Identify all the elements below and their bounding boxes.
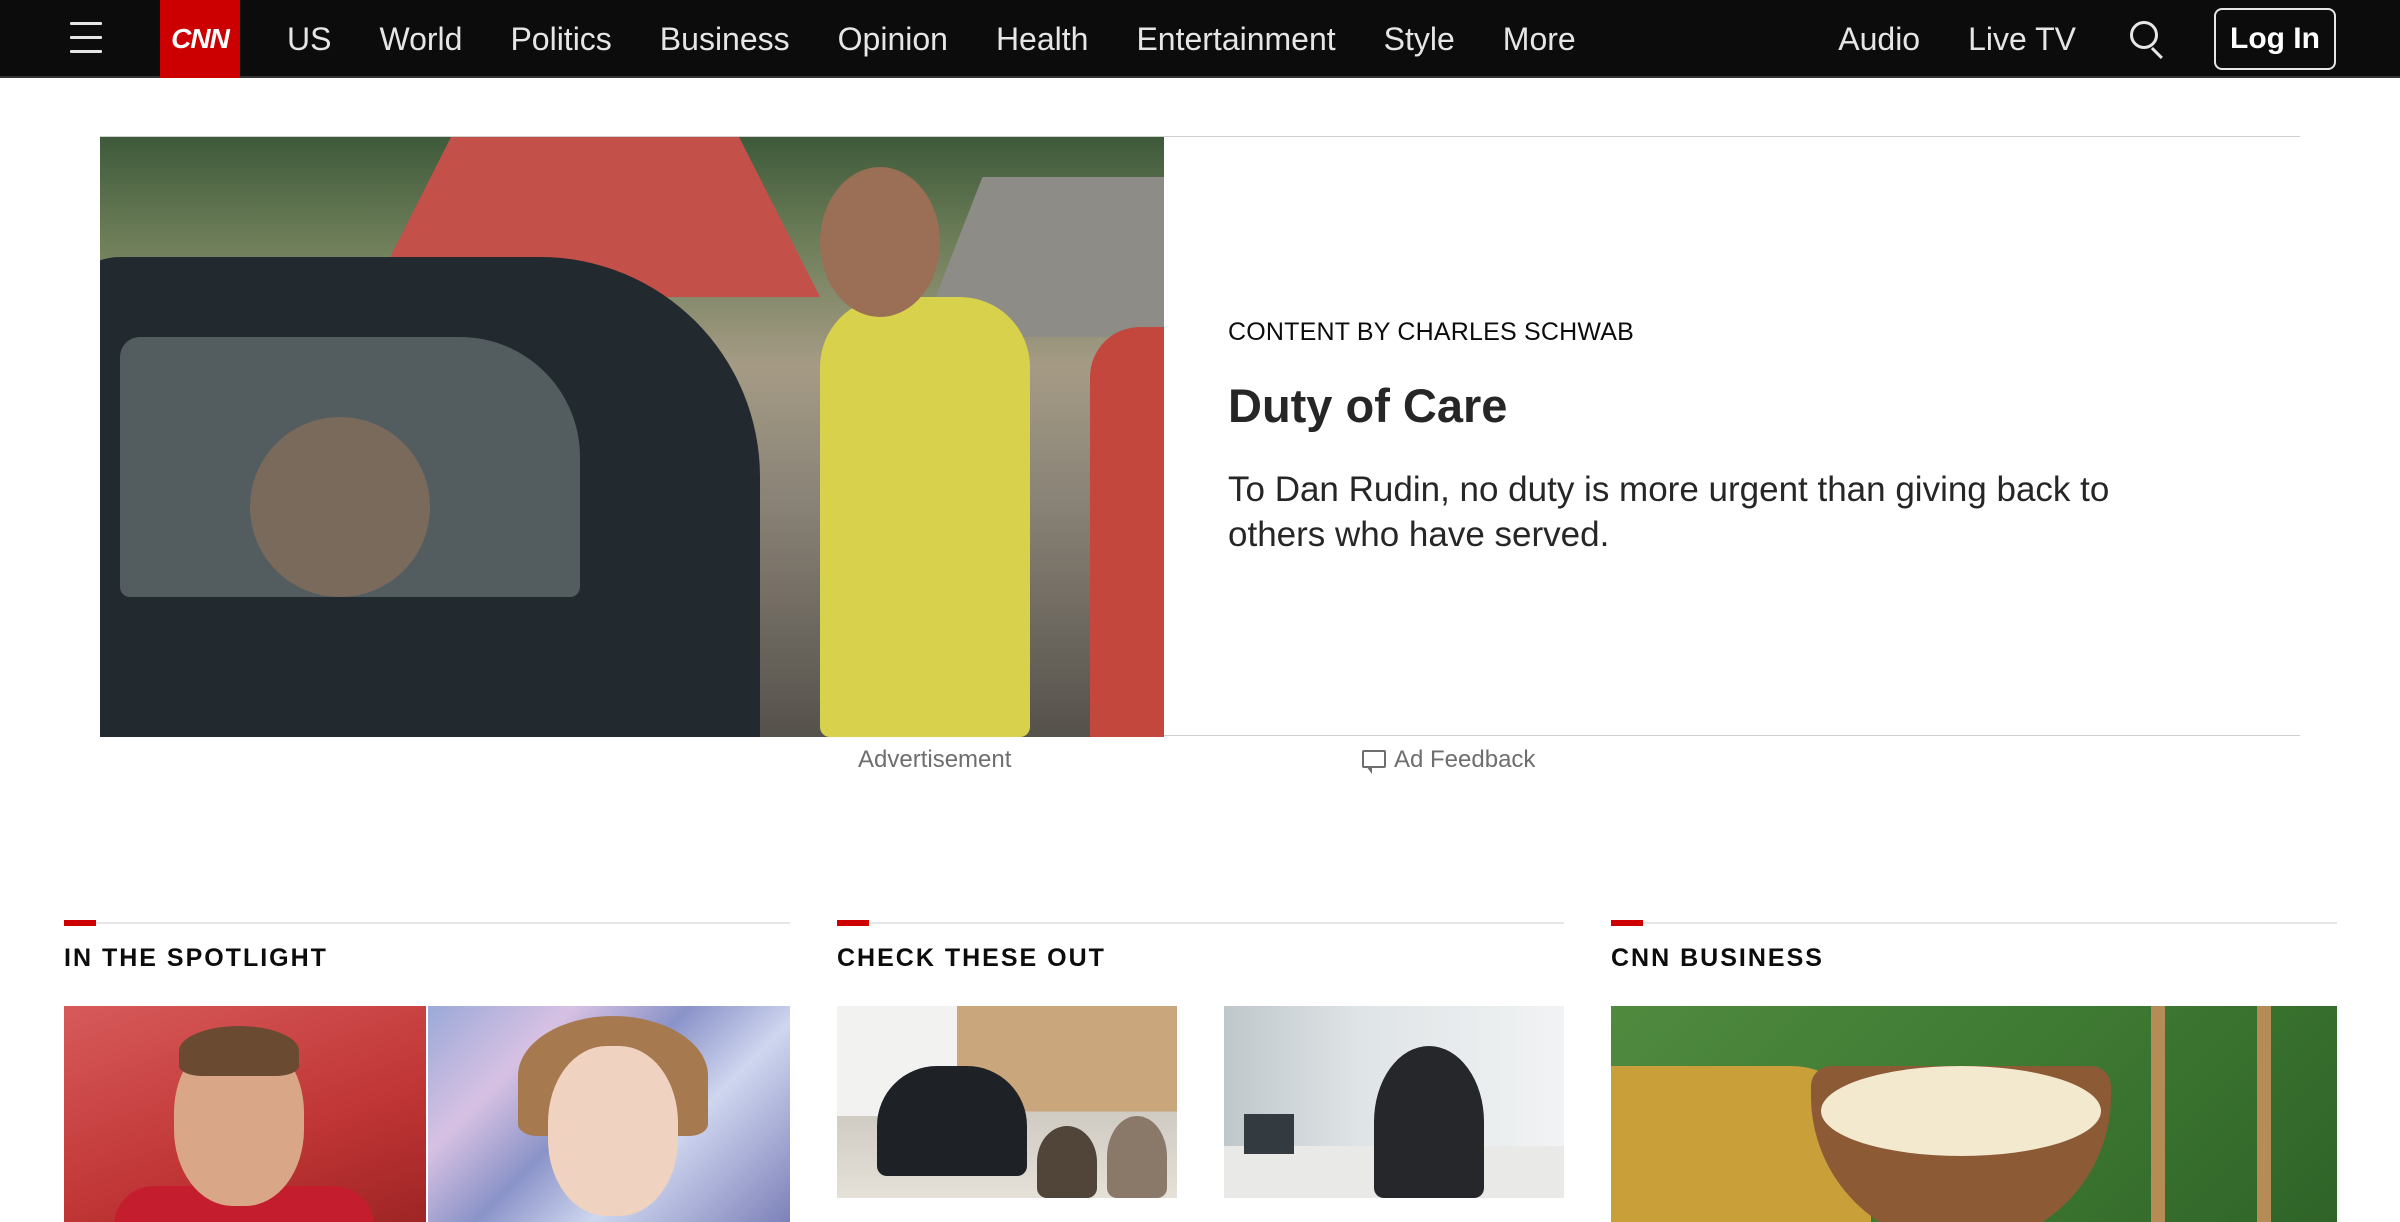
laptop-shape	[1244, 1114, 1294, 1154]
section-accent-bar	[1611, 920, 1643, 926]
section-title[interactable]: IN THE SPOTLIGHT	[64, 944, 328, 973]
nav-item-opinion[interactable]: Opinion	[814, 21, 972, 58]
search-icon-handle	[2150, 47, 2163, 60]
figure-shape	[1090, 327, 1164, 737]
menu-line	[70, 36, 102, 39]
section-title[interactable]: CNN BUSINESS	[1611, 944, 1824, 973]
ad-feedback-label: Ad Feedback	[1394, 746, 1536, 773]
nav-item-world[interactable]: World	[355, 21, 486, 58]
check-card-image-classroom[interactable]	[837, 1006, 1177, 1198]
nav-item-health[interactable]: Health	[972, 21, 1113, 58]
food-shape	[1821, 1066, 2101, 1156]
section-accent-bar	[64, 920, 96, 926]
chair-shape	[2151, 1006, 2271, 1222]
figure-shape	[1374, 1046, 1484, 1198]
spotlight-image-left[interactable]	[64, 1006, 426, 1222]
figure-shape	[548, 1046, 678, 1216]
login-button[interactable]: Log In	[2214, 8, 2336, 70]
main-nav: US World Politics Business Opinion Healt…	[263, 0, 1600, 78]
figure-shape	[820, 167, 940, 317]
section-divider	[837, 922, 1564, 924]
figure-shape	[877, 1066, 1027, 1176]
search-icon[interactable]	[2124, 17, 2168, 61]
top-navigation-bar: CNN US World Politics Business Opinion H…	[0, 0, 2400, 78]
right-nav: Audio Live TV Log In	[1838, 0, 2400, 78]
ad-image[interactable]	[100, 137, 1164, 737]
live-tv-link[interactable]: Live TV	[1968, 21, 2076, 58]
bubble-tail	[1366, 766, 1372, 774]
section-divider	[64, 922, 790, 924]
figure-shape	[179, 1026, 299, 1076]
figure-shape	[1107, 1116, 1167, 1198]
ad-feedback-link[interactable]: Ad Feedback	[1362, 746, 1535, 774]
ad-feedback-icon	[1362, 750, 1386, 774]
figure-shape	[1037, 1126, 1097, 1198]
section-title[interactable]: CHECK THESE OUT	[837, 944, 1106, 973]
ad-text-panel: CONTENT BY CHARLES SCHWAB Duty of Care T…	[1228, 137, 2268, 737]
audio-link[interactable]: Audio	[1838, 21, 1920, 58]
menu-line	[70, 50, 102, 53]
nav-item-business[interactable]: Business	[636, 21, 814, 58]
menu-line	[70, 22, 102, 25]
advertisement-label: Advertisement	[858, 746, 1012, 773]
nav-item-us[interactable]: US	[263, 21, 355, 58]
ad-headline[interactable]: Duty of Care	[1228, 378, 1507, 433]
cnn-logo[interactable]: CNN	[160, 0, 240, 78]
spotlight-image-right[interactable]	[428, 1006, 790, 1222]
section-accent-bar	[837, 920, 869, 926]
nav-item-style[interactable]: Style	[1360, 21, 1479, 58]
hamburger-menu-icon[interactable]	[66, 18, 106, 58]
ad-meta-row: Advertisement Ad Feedback	[0, 746, 2400, 776]
nav-item-more[interactable]: More	[1479, 21, 1600, 58]
search-icon-lens	[2130, 21, 2158, 49]
section-divider	[1611, 922, 2337, 924]
nav-item-entertainment[interactable]: Entertainment	[1112, 21, 1359, 58]
figure-shape	[820, 297, 1030, 737]
ad-sponsor-label: CONTENT BY CHARLES SCHWAB	[1228, 318, 1635, 346]
nav-item-politics[interactable]: Politics	[486, 21, 635, 58]
sponsored-ad: CONTENT BY CHARLES SCHWAB Duty of Care T…	[100, 136, 2300, 737]
ad-description[interactable]: To Dan Rudin, no duty is more urgent tha…	[1228, 467, 2208, 557]
check-card-image-office[interactable]	[1224, 1006, 1564, 1198]
business-card-image[interactable]	[1611, 1006, 2337, 1222]
driver-shape	[250, 417, 430, 597]
